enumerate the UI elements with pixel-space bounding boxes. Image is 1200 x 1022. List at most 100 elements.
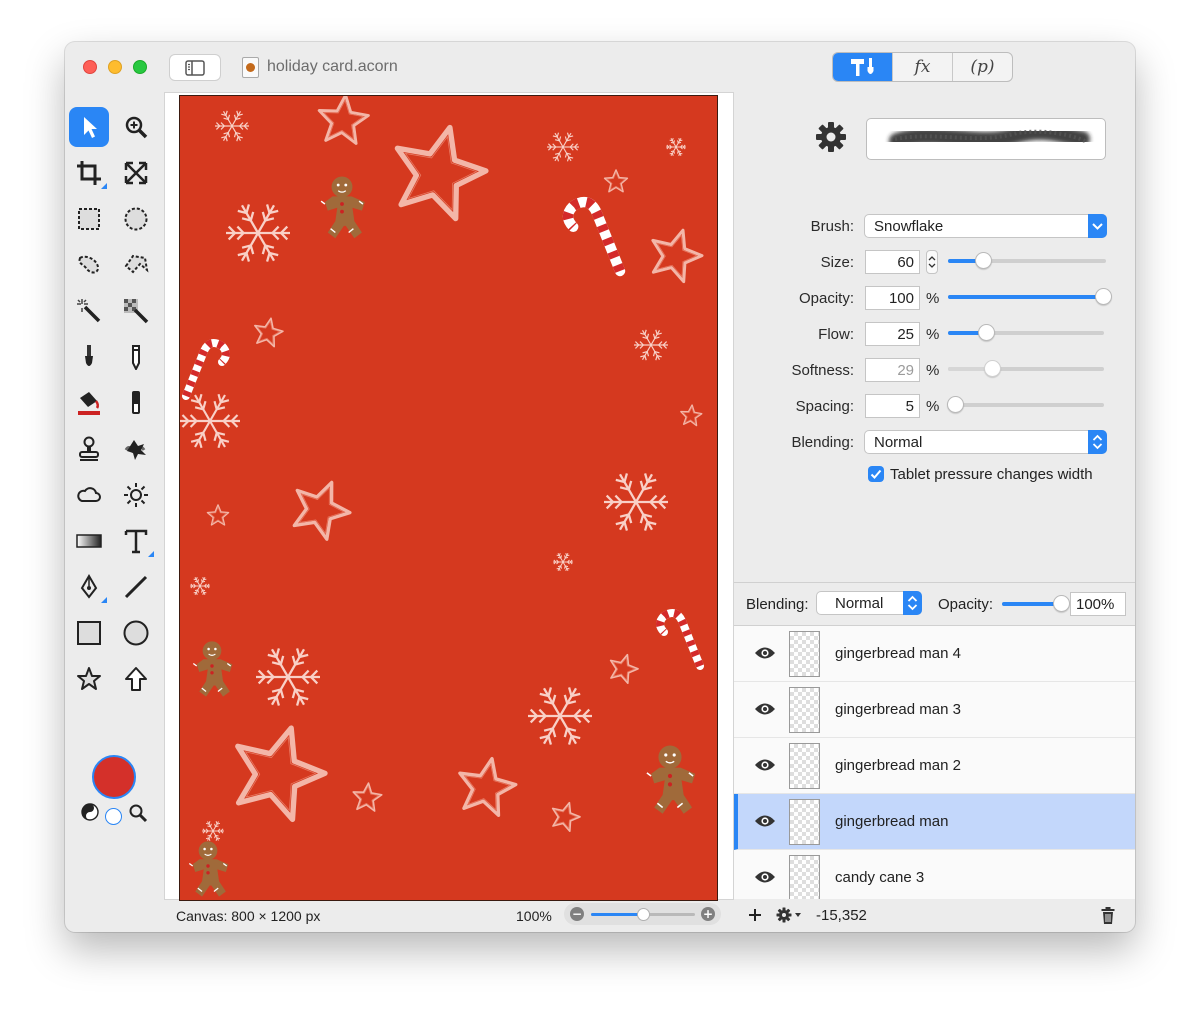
canvas-scroll-area[interactable] [164,92,734,901]
layer-blending-value: Normal [835,595,884,612]
layer-opacity-field[interactable]: 100% [1070,592,1126,616]
pencil-tool[interactable] [116,337,156,377]
zoom-in-button[interactable]: + [701,907,715,921]
sidebar-toggle-button[interactable] [169,54,221,81]
layer-actions-gear-icon[interactable] [776,907,804,923]
layer-opacity-knob[interactable] [1053,595,1070,612]
pen-tool[interactable] [69,567,109,607]
canvas-size-label: Canvas: 800 × 1200 px [176,908,321,924]
zoom-out-button[interactable]: − [570,907,584,921]
layer-name: gingerbread man [835,813,949,830]
layer-row[interactable]: gingerbread man 4 [734,626,1135,682]
trash-icon[interactable] [1101,907,1115,924]
zoom-window-button[interactable] [133,60,147,74]
spacing-field[interactable]: 5 [865,394,920,418]
clone-tool[interactable] [69,429,109,469]
brush-stroke-preview [866,118,1106,160]
chevron-up-down-icon [903,591,922,615]
smudge-tool[interactable] [116,429,156,469]
transform-tool[interactable] [116,153,156,193]
brush-select[interactable]: Snowflake [864,214,1107,238]
canvas-artwork [180,96,704,897]
layer-row[interactable]: gingerbread man [734,794,1135,850]
zoom-slider[interactable] [591,908,695,921]
magic-wand-tool[interactable] [69,291,109,331]
gradient-tool[interactable] [69,521,109,561]
light-tool[interactable] [116,475,156,515]
spacing-slider-knob[interactable] [946,396,964,413]
lasso-tool[interactable] [69,245,109,285]
arrow-tool[interactable] [69,107,109,147]
magic-wand-icon [77,299,101,323]
flow-slider[interactable] [948,324,1104,342]
crop-tool[interactable] [69,153,109,193]
softness-slider[interactable] [948,360,1104,378]
eraser-tool[interactable] [116,383,156,423]
color-picker-magnifier-icon[interactable] [128,803,148,823]
tablet-pressure-checkbox[interactable] [868,466,884,482]
layer-blending-select[interactable]: Normal [816,591,922,615]
tab-effects[interactable]: fx [893,53,953,81]
softness-field[interactable]: 29 [865,358,920,382]
spacing-slider[interactable] [946,396,1104,414]
circle-icon [123,620,149,646]
flow-slider-knob[interactable] [978,324,995,341]
zoom-slider-knob[interactable] [637,908,650,921]
visibility-eye-icon[interactable] [754,870,776,884]
swap-colors-icon[interactable] [81,803,99,821]
instant-alpha-tool[interactable] [116,291,156,331]
size-stepper[interactable] [926,250,938,274]
opacity-field[interactable]: 100 [865,286,920,310]
ellipse-select-tool[interactable] [116,199,156,239]
paint-bucket-tool[interactable] [69,383,109,423]
polygon-lasso-tool[interactable] [116,245,156,285]
snowflake-decoration [256,648,320,706]
opacity-slider-knob[interactable] [1095,288,1112,305]
layer-row[interactable]: gingerbread man 3 [734,682,1135,738]
snowflake-decoration [634,329,668,361]
size-slider-knob[interactable] [975,252,993,269]
brush-tool[interactable] [69,337,109,377]
size-slider[interactable] [948,252,1106,270]
layer-row[interactable]: candy cane 3 [734,850,1135,899]
oval-tool[interactable] [116,613,156,653]
brush-settings-gear-icon[interactable] [814,120,848,154]
snowflake-decoration [202,821,224,841]
blending-select[interactable]: Normal [864,430,1107,454]
visibility-eye-icon[interactable] [754,646,776,660]
minimize-window-button[interactable] [108,60,122,74]
smudge-icon [124,440,146,460]
softness-slider-knob[interactable] [984,360,1002,377]
arrow-shape-tool[interactable] [116,659,156,699]
visibility-eye-icon[interactable] [754,758,776,772]
rectangle-tool[interactable] [69,613,109,653]
layer-options-bar: Blending: Normal Opacity: 100% [734,582,1135,625]
brush-select-value: Snowflake [874,218,944,235]
visibility-eye-icon[interactable] [754,814,776,828]
softness-percent-sign: % [926,362,940,379]
lasso-icon [78,255,100,274]
chevron-up-down-icon [1088,430,1107,454]
rect-select-tool[interactable] [69,199,109,239]
cloud-tool[interactable] [69,475,109,515]
tab-plugins[interactable]: (p) [953,53,1012,81]
flow-field[interactable]: 25 [865,322,920,346]
text-tool[interactable] [116,521,156,561]
background-color-well[interactable] [105,808,122,825]
mode-segmented-control: fx (p) [832,52,1013,82]
star-tool[interactable] [69,659,109,699]
tab-tools[interactable] [833,53,893,81]
zoom-tool[interactable] [116,107,156,147]
line-tool[interactable] [116,567,156,607]
size-field[interactable]: 60 [865,250,920,274]
sidebar-icon [185,59,205,76]
foreground-color-well[interactable] [92,755,136,799]
layer-opacity-slider[interactable] [1002,595,1070,613]
opacity-slider[interactable] [948,288,1112,306]
add-layer-plus-icon[interactable] [748,908,762,922]
document-canvas[interactable] [179,95,718,901]
pen-nib-icon [80,574,98,599]
close-window-button[interactable] [83,60,97,74]
layer-row[interactable]: gingerbread man 2 [734,738,1135,794]
visibility-eye-icon[interactable] [754,702,776,716]
